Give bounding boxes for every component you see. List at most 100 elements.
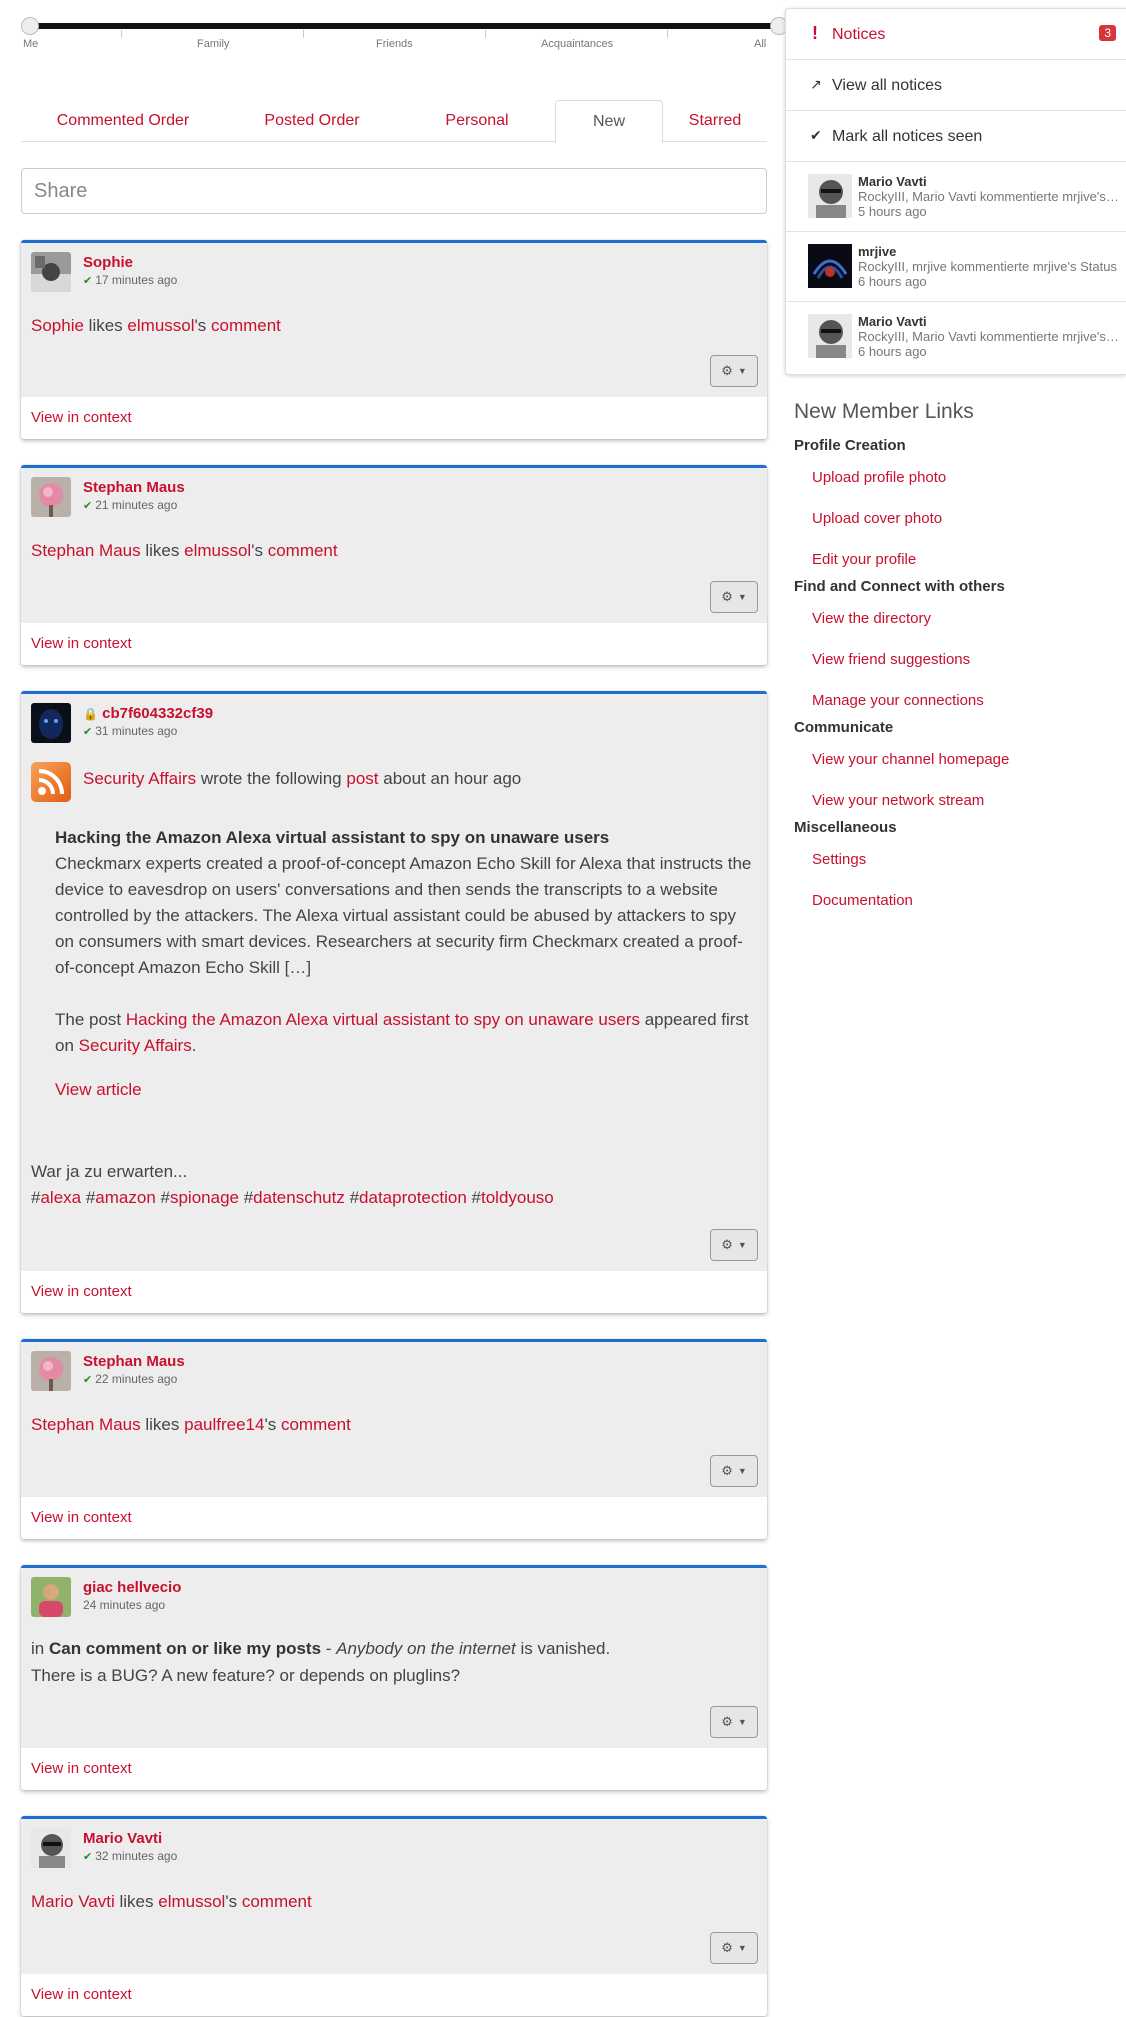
post-actions-button[interactable]: ⚙ ▼ [710,581,758,613]
view-in-context-link[interactable]: View in context [31,1986,132,2003]
post-body: Sophie likes elmussol's comment [31,316,281,335]
gear-icon: ⚙ [721,1940,733,1955]
settings-link[interactable]: Settings [794,843,1114,884]
target-link[interactable]: paulfree14 [184,1415,264,1434]
post-body: Stephan Maus likes paulfree14's comment [31,1415,351,1434]
object-link[interactable]: comment [242,1892,312,1911]
post-time: ✔ 32 minutes ago [83,1849,178,1863]
mark-notices-seen-link[interactable]: ✔ Mark all notices seen [786,111,1126,162]
post-actions-button[interactable]: ⚙ ▼ [710,1455,758,1487]
article-summary: Checkmarx experts created a proof-of-con… [55,854,752,977]
verified-check-icon: ✔ [83,275,93,287]
article-source-link[interactable]: Security Affairs [79,1036,192,1055]
gear-icon: ⚙ [721,1463,733,1478]
post-author[interactable]: Sophie [83,254,133,271]
post-actions-button[interactable]: ⚙ ▼ [710,1932,758,1964]
avatar[interactable] [31,252,71,292]
hashtag-link[interactable]: amazon [95,1188,155,1207]
view-in-context-link[interactable]: View in context [31,1283,132,1300]
avatar[interactable] [31,1351,71,1391]
post-actions-button[interactable]: ⚙ ▼ [710,1229,758,1261]
hashtag-link[interactable]: datenschutz [253,1188,345,1207]
post-body: in Can comment on or like my posts - Any… [31,1639,611,1685]
avatar[interactable] [31,477,71,517]
article-block: Hacking the Amazon Alexa virtual assista… [55,825,755,1103]
tab-starred[interactable]: Starred [663,100,767,142]
slider-label-family: Family [197,38,230,50]
target-link[interactable]: elmussol [184,541,251,560]
post-comment: War ja zu erwarten... #alexa #amazon #sp… [31,1159,757,1211]
caret-down-icon: ▼ [737,1240,747,1250]
gear-icon: ⚙ [721,589,733,604]
actor-link[interactable]: Mario Vavti [31,1892,115,1911]
post-author[interactable]: Mario Vavti [83,1830,162,1847]
feed-header: Security Affairs wrote the following pos… [83,769,522,788]
avatar[interactable] [31,1828,71,1868]
object-link[interactable]: comment [281,1415,351,1434]
view-directory-link[interactable]: View the directory [794,602,1114,643]
notice-text: RockyIII, mrjive kommentierte mrjive's S… [858,259,1117,274]
notice-name: Mario Vavti [858,314,927,329]
tab-personal[interactable]: Personal [399,100,555,142]
post-actions-button[interactable]: ⚙ ▼ [710,1706,758,1738]
external-link-icon: ↗ [810,76,822,92]
actor-link[interactable]: Sophie [31,316,84,335]
upload-cover-photo-link[interactable]: Upload cover photo [794,502,1114,543]
target-link[interactable]: elmussol [158,1892,225,1911]
hashtag-link[interactable]: dataprotection [359,1188,467,1207]
hashtag-link[interactable]: alexa [40,1188,81,1207]
view-in-context-link[interactable]: View in context [31,635,132,652]
post-author-link[interactable]: cb7f604332cf39 [102,705,213,722]
avatar[interactable] [31,1577,71,1617]
tab-new[interactable]: New [555,100,663,143]
post-author[interactable]: giac hellvecio [83,1579,181,1596]
slider-track[interactable] [31,23,775,29]
tab-posted-order[interactable]: Posted Order [225,100,399,142]
feed-source-link[interactable]: Security Affairs [83,769,196,788]
tab-commented-order[interactable]: Commented Order [21,100,225,142]
network-stream-link[interactable]: View your network stream [794,784,1114,816]
actor-link[interactable]: Stephan Maus [31,541,141,560]
slider-handle-min[interactable] [21,17,39,35]
actor-link[interactable]: Stephan Maus [31,1415,141,1434]
notice-item[interactable]: mrjive RockyIII, mrjive kommentierte mrj… [786,232,1126,302]
notices-header[interactable]: ! Notices 3 [786,9,1126,60]
post-actions-button[interactable]: ⚙ ▼ [710,355,758,387]
article-title-link[interactable]: Hacking the Amazon Alexa virtual assista… [126,1010,640,1029]
manage-connections-link[interactable]: Manage your connections [794,684,1114,716]
slider-label-me: Me [23,38,39,50]
object-link[interactable]: comment [211,316,281,335]
share-input[interactable]: Share [21,168,767,214]
view-in-context-link[interactable]: View in context [31,1760,132,1777]
post-body: Stephan Maus likes elmussol's comment [31,541,338,560]
target-link[interactable]: elmussol [127,316,194,335]
feed-post-link[interactable]: post [346,769,378,788]
view-article-link[interactable]: View article [55,1080,142,1099]
post-author[interactable]: Stephan Maus [83,1353,185,1370]
post-card: Mario Vavti ✔ 32 minutes ago Mario Vavti … [21,1816,767,2016]
new-member-links: New Member Links Profile Creation Upload… [794,400,1114,925]
post-time: ✔ 22 minutes ago [83,1372,178,1386]
edit-profile-link[interactable]: Edit your profile [794,543,1114,575]
post-author[interactable]: Stephan Maus [83,479,185,496]
view-in-context-link[interactable]: View in context [31,1509,132,1526]
audience-slider[interactable]: Me Family Friends Acquaintances All [21,16,788,56]
documentation-link[interactable]: Documentation [794,884,1114,925]
avatar[interactable] [31,703,71,743]
notice-item[interactable]: Mario Vavti RockyIII, Mario Vavti kommen… [786,302,1126,372]
verified-check-icon: ✔ [83,1851,93,1863]
post-time: ✔ 17 minutes ago [83,273,178,287]
view-all-notices-link[interactable]: ↗ View all notices [786,60,1126,111]
upload-profile-photo-link[interactable]: Upload profile photo [794,461,1114,502]
channel-homepage-link[interactable]: View your channel homepage [794,743,1114,784]
notice-item[interactable]: Mario Vavti RockyIII, Mario Vavti kommen… [786,162,1126,232]
hashtag-link[interactable]: spionage [170,1188,239,1207]
category-communicate: Communicate [794,719,894,736]
view-in-context-link[interactable]: View in context [31,409,132,426]
hashtag-link[interactable]: toldyouso [481,1188,554,1207]
avatar [808,314,852,358]
slider-tick [485,30,486,38]
view-friend-suggestions-link[interactable]: View friend suggestions [794,643,1114,684]
object-link[interactable]: comment [268,541,338,560]
post-card: 🔒 cb7f604332cf39 ✔ 31 minutes ago Securit… [21,691,767,1313]
